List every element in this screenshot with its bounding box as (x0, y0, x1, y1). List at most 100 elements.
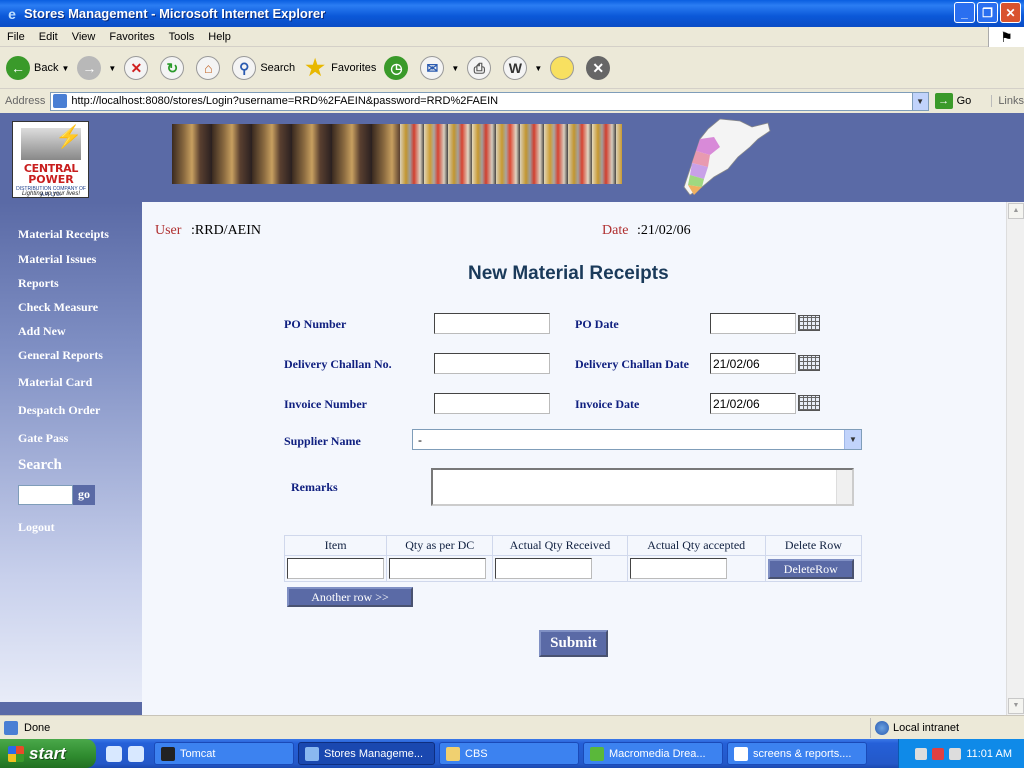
back-button[interactable]: ← Back ▼ (6, 56, 69, 80)
menu-help[interactable]: Help (201, 31, 238, 43)
nav-reports[interactable]: Reports (18, 276, 59, 291)
task-tomcat[interactable]: Tomcat (154, 742, 294, 765)
system-tray: 11:01 AM (898, 739, 1024, 768)
status-bar: Done Local intranet (0, 715, 1024, 739)
calendar-icon[interactable] (798, 355, 820, 371)
refresh-button[interactable]: ↻ (160, 56, 188, 80)
calendar-icon[interactable] (798, 315, 820, 331)
company-logo: ⚡ CENTRAL POWER DISTRIBUTION COMPANY OF … (12, 121, 89, 198)
menu-favorites[interactable]: Favorites (102, 31, 161, 43)
po-date-field[interactable] (710, 313, 796, 334)
go-button[interactable]: → Go (934, 93, 971, 109)
start-button[interactable]: start (0, 739, 96, 768)
task-cbs[interactable]: CBS (439, 742, 579, 765)
another-row-button[interactable]: Another row >> (287, 587, 413, 607)
qty-accepted-input[interactable] (629, 558, 727, 579)
invoice-date-field[interactable]: 21/02/06 (710, 393, 796, 414)
favorites-button[interactable]: ★ Favorites (303, 55, 376, 80)
calendar-icon[interactable] (798, 395, 820, 411)
close-circle-icon: ✕ (586, 56, 611, 80)
tools-banner-image (172, 124, 622, 184)
chevron-down-icon[interactable]: ▼ (844, 430, 861, 449)
menu-tools[interactable]: Tools (162, 31, 202, 43)
forward-arrow-icon: → (77, 56, 102, 80)
column-header-item: Item (283, 535, 388, 556)
antivirus-icon[interactable] (932, 747, 945, 760)
supplier-selected-value: - (418, 433, 422, 447)
nav-despatch-order[interactable]: Despatch Order (18, 403, 100, 418)
address-url: http://localhost:8080/stores/Login?usern… (71, 95, 499, 107)
scroll-down-icon[interactable]: ▼ (1008, 698, 1024, 714)
state-map-image (683, 118, 771, 196)
quick-launch-media-icon[interactable] (106, 745, 122, 762)
links-button[interactable]: Links (991, 95, 1024, 107)
minimize-button[interactable]: _ (954, 2, 975, 23)
qty-dc-input[interactable] (389, 558, 487, 579)
mail-button[interactable]: ✉ ▼ (420, 56, 459, 80)
status-text: Done (24, 721, 51, 734)
quick-launch-ie-icon[interactable] (128, 745, 144, 762)
task-stores-management[interactable]: Stores Manageme... (298, 742, 435, 765)
forward-button[interactable]: → ▼ (77, 56, 116, 80)
task-screens-reports[interactable]: screens & reports.... (727, 742, 867, 765)
word-document-icon (734, 746, 748, 761)
delete-row-button[interactable]: DeleteRow (767, 558, 854, 579)
submit-button[interactable]: Submit (539, 630, 608, 657)
page-scrollbar[interactable]: ▲ ▼ (1006, 202, 1024, 715)
textarea-scrollbar[interactable] (836, 470, 852, 504)
edit-button[interactable]: W ▼ (503, 56, 542, 80)
invoice-number-field[interactable] (434, 393, 550, 414)
page-icon (53, 94, 68, 108)
intranet-icon (875, 720, 889, 735)
logo-line2: POWER (28, 173, 74, 186)
taskbar: start Tomcat Stores Manageme... CBS Macr… (0, 739, 1024, 768)
invoice-date-label: Invoice Date (575, 397, 640, 411)
invoice-number-label: Invoice Number (284, 397, 367, 411)
task-macromedia[interactable]: Macromedia Drea... (583, 742, 723, 765)
close-button[interactable]: ✕ (1000, 2, 1021, 23)
stop-button[interactable]: ✕ (124, 56, 152, 80)
item-input[interactable] (287, 558, 384, 579)
nav-gate-pass[interactable]: Gate Pass (18, 431, 68, 446)
messenger-button[interactable]: ✕ (586, 56, 614, 80)
qty-received-input[interactable] (495, 558, 593, 579)
nav-check-measure[interactable]: Check Measure (18, 300, 98, 315)
table-header-row: Item Qty as per DC Actual Qty Received A… (283, 535, 863, 556)
user-value: :RRD/AEIN (191, 223, 261, 238)
page-content: ⚡ CENTRAL POWER DISTRIBUTION COMPANY OF … (0, 113, 1024, 715)
supplier-select[interactable]: - ▼ (412, 429, 862, 450)
search-button[interactable]: ⚲ Search (232, 56, 295, 80)
menu-file[interactable]: File (0, 31, 32, 43)
home-button[interactable]: ⌂ (196, 56, 224, 80)
po-date-label: PO Date (575, 317, 619, 331)
address-dropdown-icon[interactable]: ▼ (911, 92, 928, 110)
nav-material-receipts[interactable]: Material Receipts (18, 227, 109, 242)
discuss-button[interactable] (550, 56, 578, 80)
mail-icon: ✉ (420, 56, 445, 80)
browser-toolbar: ← Back ▼ → ▼ ✕ ↻ ⌂ ⚲ Search ★ Favorites ◷ … (0, 48, 1024, 89)
windows-flag-icon (8, 745, 24, 762)
remarks-textarea[interactable] (431, 468, 854, 506)
nav-logout[interactable]: Logout (18, 520, 55, 535)
menu-edit[interactable]: Edit (32, 31, 65, 43)
nav-add-new[interactable]: Add New (18, 324, 66, 339)
address-input[interactable]: http://localhost:8080/stores/Login?usern… (50, 91, 929, 111)
search-icon: ⚲ (232, 56, 257, 80)
nav-material-card[interactable]: Material Card (18, 375, 92, 390)
dc-no-field[interactable] (434, 353, 550, 374)
po-number-field[interactable] (434, 313, 550, 334)
scroll-up-icon[interactable]: ▲ (1008, 203, 1024, 219)
network-icon[interactable] (915, 747, 928, 760)
logo-tagline: Lighting up your lives! (21, 191, 81, 197)
print-button[interactable]: ⎙ (467, 56, 495, 80)
history-button[interactable]: ◷ (384, 56, 412, 80)
search-go-button[interactable]: go (73, 485, 95, 505)
nav-general-reports[interactable]: General Reports (18, 348, 103, 363)
restore-button[interactable]: ❐ (977, 2, 998, 23)
nav-material-issues[interactable]: Material Issues (18, 252, 96, 267)
volume-icon[interactable] (949, 747, 962, 760)
dc-date-field[interactable]: 21/02/06 (710, 353, 796, 374)
menu-view[interactable]: View (65, 31, 103, 43)
search-input[interactable] (18, 485, 73, 505)
internet-explorer-icon: e (8, 5, 16, 22)
